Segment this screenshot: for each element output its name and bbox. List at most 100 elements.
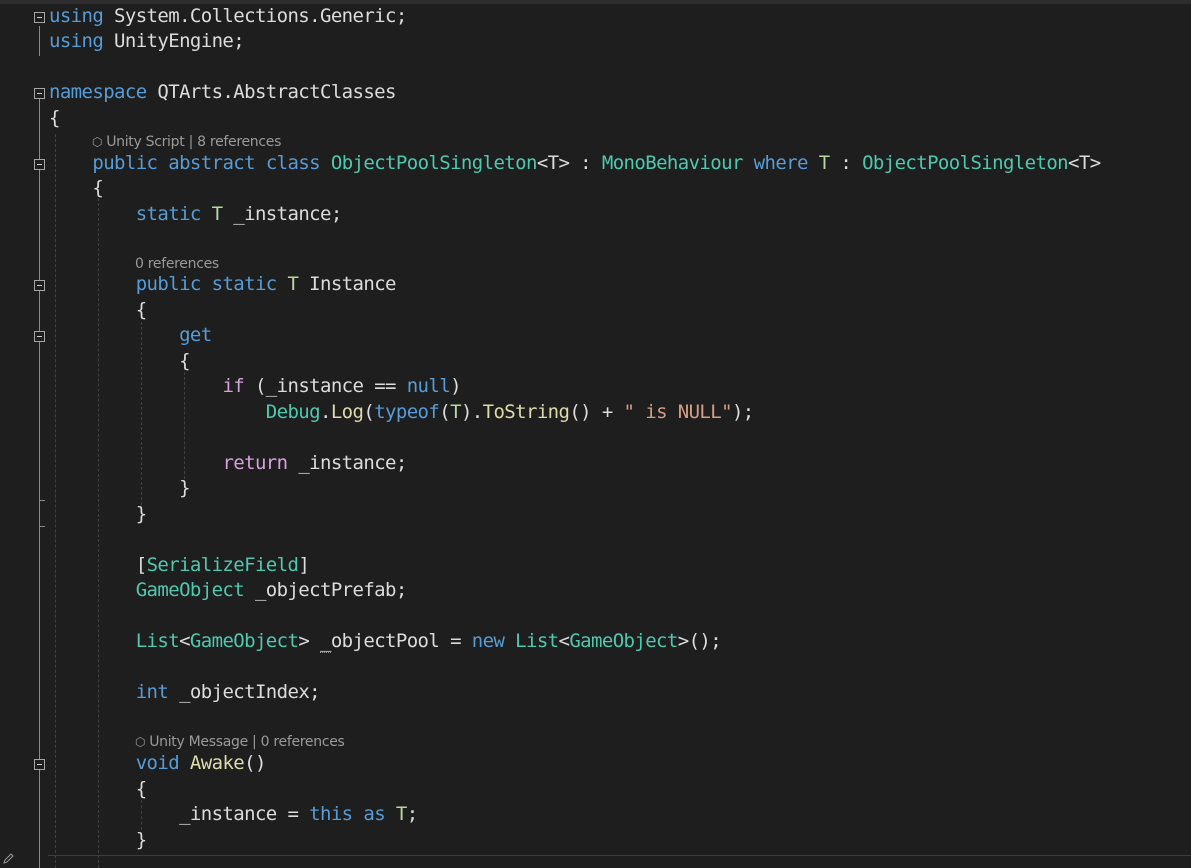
type-token: GameObject: [135, 579, 245, 601]
control-keyword-token: return: [222, 452, 288, 474]
keyword-token: typeof: [374, 401, 440, 423]
code-text: <: [558, 630, 570, 652]
code-line-25: List<GameObject> _objectPool = new List<…: [49, 629, 722, 653]
brace-token: {: [135, 299, 147, 321]
type-token: ObjectPoolSingleton: [862, 152, 1069, 174]
code-line-11: public static T Instance: [49, 272, 397, 296]
code-text: _instance;: [287, 452, 407, 474]
keyword-token: static: [135, 203, 202, 225]
codelens-references[interactable]: 0 references: [135, 256, 219, 272]
suggestion-squiggle[interactable]: _: [320, 630, 331, 653]
fold-end-tick: [39, 500, 45, 501]
code-line-12: {: [49, 298, 147, 322]
code-text: =: [439, 630, 472, 652]
codelens-references[interactable]: 0 references: [261, 734, 345, 750]
keyword-token: void: [135, 752, 180, 774]
code-text: >: [298, 630, 320, 652]
codelens-instance[interactable]: 0 references: [135, 255, 219, 273]
code-text: System.Collections.Generic;: [103, 5, 407, 27]
code-text: ;: [406, 803, 418, 825]
code-editor[interactable]: using System.Collections.Generic; using …: [0, 0, 1191, 868]
code-line-27: int _objectIndex;: [49, 680, 321, 704]
codelens-awake[interactable]: ⬡ Unity Message | 0 references: [135, 733, 345, 751]
code-line-29: void Awake(): [49, 751, 267, 775]
collapse-using-icon[interactable]: [34, 12, 45, 23]
code-text: );: [731, 401, 754, 423]
edit-pen-icon[interactable]: [3, 852, 15, 864]
type-token: List: [135, 630, 180, 652]
code-line-13: get: [49, 323, 212, 347]
code-text: >();: [677, 630, 722, 652]
code-line-18: return _instance;: [49, 451, 407, 475]
brace-token: {: [92, 177, 104, 199]
code-line-2: using UnityEngine;: [49, 29, 245, 53]
keyword-token: new: [471, 630, 505, 652]
keyword-token: public: [92, 152, 158, 174]
code-line-20: }: [49, 502, 147, 526]
type-token: Debug: [265, 401, 321, 423]
code-text: ]: [298, 554, 310, 576]
editor-bottom-border: [48, 855, 1191, 856]
type-param-token: T: [211, 203, 223, 225]
type-param-token: T: [395, 803, 407, 825]
collapse-property-icon[interactable]: [34, 280, 45, 291]
code-line-4: namespace QTArts.AbstractClasses: [49, 80, 396, 104]
string-token: " is NULL": [623, 401, 733, 423]
code-line-7: public abstract class ObjectPoolSingleto…: [49, 151, 1101, 175]
code-text: <: [179, 630, 190, 652]
collapse-awake-icon[interactable]: [34, 759, 45, 770]
code-text: objectPool: [330, 630, 440, 652]
collapse-class-icon[interactable]: [34, 159, 45, 170]
code-line-1: using System.Collections.Generic;: [49, 4, 407, 28]
codelens-kind[interactable]: Unity Message: [149, 734, 248, 750]
code-line-30: {: [49, 777, 147, 801]
keyword-token: int: [135, 681, 169, 703]
code-line-8: {: [49, 176, 103, 200]
brace-token: {: [179, 350, 190, 372]
unity-cube-icon: ⬡: [92, 135, 103, 149]
method-token: Awake: [189, 752, 245, 774]
code-line-22: [SerializeField]: [49, 553, 310, 577]
brace-token: }: [135, 829, 147, 851]
code-text: _objectIndex;: [168, 681, 321, 703]
collapse-getter-icon[interactable]: [34, 331, 45, 342]
code-text: Instance: [298, 273, 396, 295]
code-text: :: [829, 152, 863, 174]
codelens-references[interactable]: 8 references: [197, 134, 281, 150]
keyword-token: where: [753, 152, 809, 174]
codelens-separator: |: [188, 134, 194, 150]
code-line-16: Debug.Log(typeof(T).ToString() + " is NU…: [49, 400, 754, 424]
codelens-kind[interactable]: Unity Script: [106, 134, 185, 150]
method-token: Log: [330, 401, 364, 423]
code-line-31: _instance = this as T;: [49, 802, 418, 826]
attribute-token: SerializeField: [146, 554, 299, 576]
keyword-token: this: [309, 803, 353, 825]
codelens-separator: |: [252, 734, 257, 750]
keyword-token: as: [363, 803, 386, 825]
collapse-namespace-icon[interactable]: [34, 88, 45, 99]
code-text: _instance;: [222, 203, 342, 225]
unity-cube-icon: ⬡: [135, 735, 146, 749]
code-text: [: [135, 554, 147, 576]
keyword-token: using: [49, 5, 104, 27]
fold-line: [39, 98, 40, 868]
keyword-token: abstract: [168, 152, 255, 174]
code-text: _instance =: [179, 803, 310, 825]
method-token: ToString: [482, 401, 570, 423]
type-param-token: T: [450, 401, 461, 423]
code-line-15: if (_instance == null): [49, 374, 461, 398]
code-text: :: [569, 152, 602, 174]
code-text: (: [363, 401, 375, 423]
type-param-token: T: [818, 152, 830, 174]
keyword-token: using: [49, 30, 104, 52]
code-text: () +: [569, 401, 624, 423]
keyword-token: class: [265, 152, 321, 174]
type-token: ObjectPoolSingleton: [330, 152, 538, 174]
code-text: QTArts.AbstractClasses: [146, 81, 396, 103]
keyword-token: public: [135, 273, 202, 295]
type-token: GameObject: [569, 630, 678, 652]
code-text: <T>: [1068, 152, 1101, 174]
codelens-class[interactable]: ⬡ Unity Script | 8 references: [92, 133, 281, 151]
